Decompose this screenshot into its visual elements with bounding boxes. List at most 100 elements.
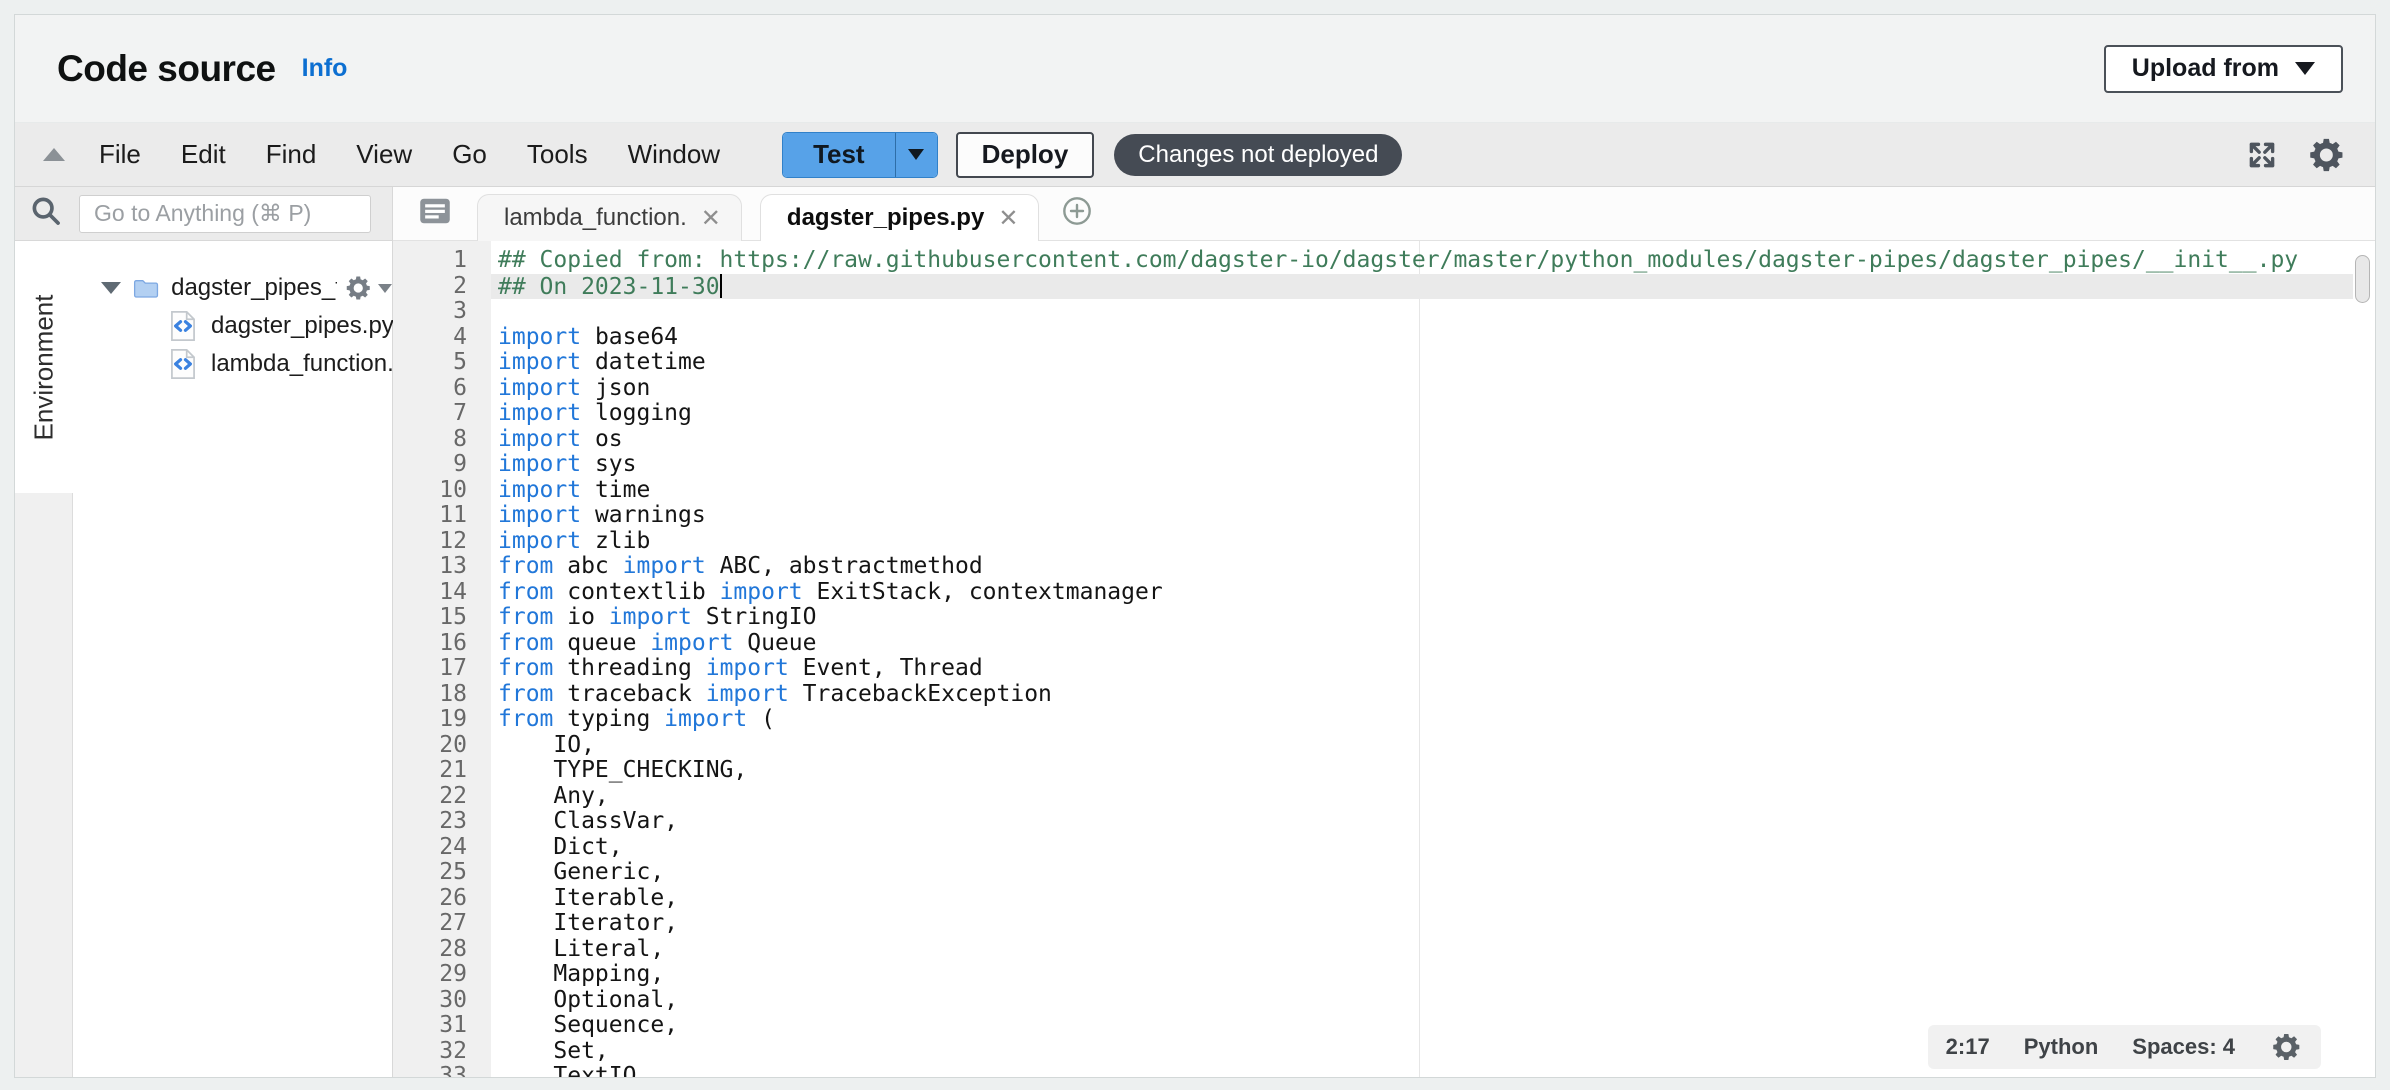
code-line-26[interactable]: 26 Iterable, xyxy=(393,886,2353,912)
editor-status-bar: 2:17 Python Spaces: 4 xyxy=(1928,1025,2321,1069)
python-file-icon xyxy=(169,310,197,342)
code-line-12[interactable]: 12import zlib xyxy=(393,529,2353,555)
cursor-position[interactable]: 2:17 xyxy=(1946,1034,1990,1060)
line-source: IO, xyxy=(491,733,2353,759)
settings-gear-icon[interactable] xyxy=(2305,134,2347,176)
line-source: Iterable, xyxy=(491,886,2353,912)
code-line-27[interactable]: 27 Iterator, xyxy=(393,911,2353,937)
upload-from-label: Upload from xyxy=(2132,54,2279,83)
menu-item-window[interactable]: Window xyxy=(628,139,720,170)
line-source: import os xyxy=(491,427,2353,453)
code-line-18[interactable]: 18from traceback import TracebackExcepti… xyxy=(393,682,2353,708)
menu-item-go[interactable]: Go xyxy=(452,139,487,170)
code-line-24[interactable]: 24 Dict, xyxy=(393,835,2353,861)
line-source: from io import StringIO xyxy=(491,605,2353,631)
tab-environment[interactable]: Environment xyxy=(15,241,73,493)
code-line-7[interactable]: 7import logging xyxy=(393,401,2353,427)
test-button[interactable]: Test xyxy=(783,133,895,177)
code-line-11[interactable]: 11import warnings xyxy=(393,503,2353,529)
editor-tabbar: lambda_function.✕ dagster_pipes.py✕ xyxy=(393,187,2375,241)
close-icon[interactable]: ✕ xyxy=(701,204,721,233)
line-source: from threading import Event, Thread xyxy=(491,656,2353,682)
upload-from-button[interactable]: Upload from xyxy=(2104,45,2343,93)
tree-file-dagster_pipes-py[interactable]: dagster_pipes.py xyxy=(73,307,392,345)
code-line-29[interactable]: 29 Mapping, xyxy=(393,962,2353,988)
file-name: dagster_pipes.py xyxy=(211,312,394,340)
code-line-28[interactable]: 28 Literal, xyxy=(393,937,2353,963)
indent-setting[interactable]: Spaces: 4 xyxy=(2132,1034,2235,1060)
chevron-down-icon[interactable] xyxy=(101,282,121,294)
menu-item-find[interactable]: Find xyxy=(266,139,317,170)
tab-list-icon[interactable] xyxy=(419,196,451,231)
code-line-3[interactable]: 3 xyxy=(393,299,2353,325)
code-line-15[interactable]: 15from io import StringIO xyxy=(393,605,2353,631)
line-number: 4 xyxy=(393,325,491,351)
code-line-17[interactable]: 17from threading import Event, Thread xyxy=(393,656,2353,682)
menu-item-tools[interactable]: Tools xyxy=(527,139,588,170)
code-source-panel: Code source Info Upload from FileEditFin… xyxy=(14,14,2376,1078)
code-line-13[interactable]: 13from abc import ABC, abstractmethod xyxy=(393,554,2353,580)
code-line-16[interactable]: 16from queue import Queue xyxy=(393,631,2353,657)
vertical-scrollbar[interactable] xyxy=(2355,255,2370,303)
code-line-14[interactable]: 14from contextlib import ExitStack, cont… xyxy=(393,580,2353,606)
line-number: 29 xyxy=(393,962,491,988)
line-number: 13 xyxy=(393,554,491,580)
new-tab-icon[interactable] xyxy=(1061,195,1093,232)
menu-item-file[interactable]: File xyxy=(99,139,141,170)
close-icon[interactable]: ✕ xyxy=(998,204,1018,233)
menu-item-view[interactable]: View xyxy=(356,139,412,170)
code-line-20[interactable]: 20 IO, xyxy=(393,733,2353,759)
goto-anything-input[interactable] xyxy=(79,195,371,233)
code-line-10[interactable]: 10import time xyxy=(393,478,2353,504)
code-line-5[interactable]: 5import datetime xyxy=(393,350,2353,376)
editor-tab-lambda_function-[interactable]: lambda_function.✕ xyxy=(477,194,742,241)
line-source: import time xyxy=(491,478,2353,504)
code-line-22[interactable]: 22 Any, xyxy=(393,784,2353,810)
collapse-toolbar-icon[interactable] xyxy=(43,148,65,161)
code-line-1[interactable]: 1## Copied from: https://raw.githubuserc… xyxy=(393,248,2353,274)
deploy-button[interactable]: Deploy xyxy=(956,132,1095,178)
line-source xyxy=(491,299,2353,325)
test-dropdown-button[interactable] xyxy=(895,133,937,177)
line-number: 10 xyxy=(393,478,491,504)
line-number: 14 xyxy=(393,580,491,606)
file-name: lambda_function.py xyxy=(211,350,419,378)
text-cursor xyxy=(720,274,722,298)
fullscreen-expand-icon[interactable] xyxy=(2245,138,2279,172)
line-number: 5 xyxy=(393,350,491,376)
line-number: 3 xyxy=(393,299,491,325)
code-line-23[interactable]: 23 ClassVar, xyxy=(393,809,2353,835)
code-line-4[interactable]: 4import base64 xyxy=(393,325,2353,351)
info-link[interactable]: Info xyxy=(302,54,348,83)
folder-settings-button[interactable] xyxy=(343,273,392,303)
changes-not-deployed-badge: Changes not deployed xyxy=(1114,134,1402,176)
line-number: 1 xyxy=(393,248,491,274)
line-number: 20 xyxy=(393,733,491,759)
caret-down-icon xyxy=(378,284,392,293)
language-mode[interactable]: Python xyxy=(2024,1034,2099,1060)
code-line-6[interactable]: 6import json xyxy=(393,376,2353,402)
code-line-30[interactable]: 30 Optional, xyxy=(393,988,2353,1014)
environment-strip: Environment xyxy=(15,241,73,1077)
tree-folder-row[interactable]: dagster_pipes_funct xyxy=(73,269,392,307)
code-line-9[interactable]: 9import sys xyxy=(393,452,2353,478)
line-number: 33 xyxy=(393,1064,491,1077)
code-line-19[interactable]: 19from typing import ( xyxy=(393,707,2353,733)
line-source: from contextlib import ExitStack, contex… xyxy=(491,580,2353,606)
code-line-8[interactable]: 8import os xyxy=(393,427,2353,453)
line-number: 31 xyxy=(393,1013,491,1039)
tree-file-lambda_function-py[interactable]: lambda_function.py xyxy=(73,345,392,383)
editor-tab-dagster_pipes-py[interactable]: dagster_pipes.py✕ xyxy=(760,194,1040,241)
code-area[interactable]: 1## Copied from: https://raw.githubuserc… xyxy=(393,241,2375,1077)
status-gear-icon[interactable] xyxy=(2269,1030,2303,1064)
line-source: import warnings xyxy=(491,503,2353,529)
line-source: import logging xyxy=(491,401,2353,427)
test-split-button[interactable]: Test xyxy=(782,132,938,178)
line-number: 16 xyxy=(393,631,491,657)
line-source: ClassVar, xyxy=(491,809,2353,835)
menu-items: File Edit Find View Go Tools Window xyxy=(99,139,720,170)
code-line-25[interactable]: 25 Generic, xyxy=(393,860,2353,886)
menu-item-edit[interactable]: Edit xyxy=(181,139,226,170)
code-line-2[interactable]: 2## On 2023-11-30 xyxy=(393,274,2353,300)
code-line-21[interactable]: 21 TYPE_CHECKING, xyxy=(393,758,2353,784)
